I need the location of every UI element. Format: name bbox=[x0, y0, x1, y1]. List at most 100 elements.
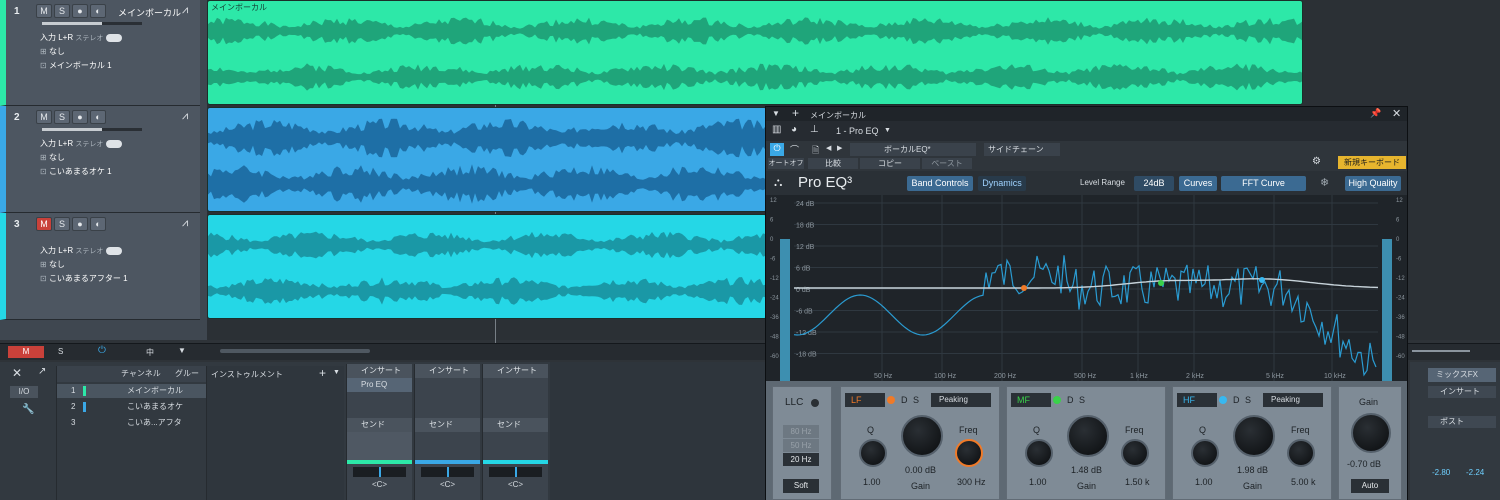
audio-clip-2[interactable] bbox=[207, 107, 767, 212]
compare-button[interactable]: 比較 bbox=[808, 158, 858, 169]
input-routing[interactable]: 入力 L+R ステレオ bbox=[40, 32, 122, 43]
power-icon[interactable]: ⏻ bbox=[770, 143, 784, 156]
mute-button[interactable]: M bbox=[36, 4, 52, 18]
record-button[interactable]: ● bbox=[72, 217, 88, 231]
mixfx-insert[interactable]: インサート bbox=[1428, 386, 1496, 398]
wrench-icon[interactable]: 🔧 bbox=[22, 404, 34, 415]
globe-icon[interactable]: ◕ bbox=[791, 124, 797, 135]
mf-q-knob[interactable] bbox=[1025, 439, 1053, 467]
track-header-3[interactable]: 3 M S ● ◐ ⩘ 入力 L+R ステレオ ⊞ なし ⊡ こいあまるアフター… bbox=[0, 213, 200, 320]
lf-label[interactable]: LF bbox=[845, 393, 885, 407]
input-routing[interactable]: 入力 L+R ステレオ bbox=[40, 245, 122, 256]
send-header[interactable]: センド bbox=[483, 418, 548, 432]
fft-curve-select[interactable]: FFT Curve bbox=[1221, 176, 1306, 191]
routing-icon[interactable]: ⊥ bbox=[810, 124, 819, 135]
list-item[interactable]: 1 メインボーカル bbox=[57, 384, 207, 398]
insert-header[interactable]: インサート bbox=[415, 364, 480, 378]
llc-option-80[interactable]: 80 Hz bbox=[783, 425, 819, 438]
chevron-down-icon[interactable]: ▼ bbox=[333, 369, 340, 376]
level-range-select[interactable]: 24dB bbox=[1134, 176, 1174, 191]
hf-solo-button[interactable]: S bbox=[1245, 395, 1251, 405]
mixfx-post[interactable]: ポスト bbox=[1428, 416, 1496, 428]
band-controls-button[interactable]: Band Controls bbox=[907, 176, 973, 191]
audio-clip-1[interactable]: メインボーカル bbox=[207, 0, 1303, 105]
lf-freq-knob[interactable] bbox=[955, 439, 983, 467]
record-button[interactable]: ● bbox=[72, 4, 88, 18]
hf-freq-knob[interactable] bbox=[1287, 439, 1315, 467]
dynamics-button[interactable]: Dynamics bbox=[978, 176, 1026, 191]
copy-button[interactable]: コピー bbox=[860, 158, 920, 169]
close-icon[interactable]: ✕ bbox=[1392, 107, 1401, 120]
insert-selector[interactable]: ⊞ なし bbox=[40, 152, 65, 163]
pan-knob[interactable] bbox=[421, 467, 474, 477]
pan-knob[interactable] bbox=[489, 467, 542, 477]
prev-preset-icon[interactable]: ◀ bbox=[826, 144, 831, 152]
insert-selector[interactable]: ⊞ なし bbox=[40, 259, 65, 270]
global-mute-button[interactable]: M bbox=[8, 346, 44, 358]
bars-icon[interactable]: ▥ bbox=[772, 124, 781, 135]
track-volume-fader[interactable] bbox=[42, 22, 142, 25]
close-icon[interactable]: ✕ bbox=[12, 366, 22, 380]
hf-gain-knob[interactable] bbox=[1233, 415, 1275, 457]
eq-graph[interactable]: 24 dB18 dB12 dB6 dB0 dB-6 dB-12 dB-18 dB… bbox=[766, 195, 1407, 381]
llc-option-50[interactable]: 50 Hz bbox=[783, 439, 819, 452]
monitor-button[interactable]: ◐ bbox=[90, 217, 106, 231]
automation-icon[interactable]: ⌒ bbox=[790, 143, 799, 156]
input-routing[interactable]: 入力 L+R ステレオ bbox=[40, 138, 122, 149]
record-button[interactable]: ● bbox=[72, 110, 88, 124]
solo-button[interactable]: S bbox=[54, 4, 70, 18]
next-preset-icon[interactable]: ▶ bbox=[837, 144, 842, 152]
auto-off-button[interactable]: オートオフ bbox=[768, 158, 804, 169]
llc-toggle[interactable] bbox=[811, 399, 819, 407]
track-header-2[interactable]: 2 M S ● ◐ ⩘ 入力 L+R ステレオ ⊞ なし ⊡ こいあまるオケ 1 bbox=[0, 106, 200, 213]
mute-button[interactable]: M bbox=[36, 217, 52, 231]
zoom-slider[interactable] bbox=[1412, 350, 1470, 352]
curves-button[interactable]: Curves bbox=[1179, 176, 1217, 191]
mf-label[interactable]: MF bbox=[1011, 393, 1051, 407]
mute-button[interactable]: M bbox=[36, 110, 52, 124]
channel-strip-3[interactable]: インサート センド <C> bbox=[482, 364, 548, 500]
hf-dynamic-button[interactable]: D bbox=[1233, 395, 1240, 405]
mf-enable-icon[interactable] bbox=[1053, 396, 1061, 404]
high-quality-button[interactable]: High Quality bbox=[1345, 176, 1401, 191]
gear-icon[interactable]: ⚙ bbox=[1312, 156, 1321, 167]
global-solo-button[interactable]: S bbox=[58, 346, 72, 358]
pin-icon[interactable]: 📌 bbox=[1370, 108, 1381, 119]
mf-dynamic-button[interactable]: D bbox=[1067, 395, 1074, 405]
waveform-icon[interactable]: ⩘ bbox=[182, 217, 188, 230]
add-icon[interactable]: + bbox=[792, 106, 799, 120]
auto-button[interactable]: Auto bbox=[1351, 479, 1389, 493]
track-volume-fader[interactable] bbox=[42, 128, 142, 131]
track-header-1[interactable]: 1 M S ● ◐ メインボーカル ⩘ 入力 L+R ステレオ ⊞ なし ⊡ メ… bbox=[0, 0, 200, 106]
sidechain-button[interactable]: サイドチェーン bbox=[984, 143, 1060, 156]
pan-knob[interactable] bbox=[353, 467, 406, 477]
channel-strip-1[interactable]: インサート Pro EQ センド <C> bbox=[346, 364, 412, 500]
lf-enable-icon[interactable] bbox=[887, 396, 895, 404]
waveform-icon[interactable]: ⩘ bbox=[182, 110, 188, 123]
send-header[interactable]: センド bbox=[415, 418, 480, 432]
chevron-down-icon[interactable]: ▼ bbox=[772, 109, 780, 118]
list-item[interactable]: 2 こいあまるオケ bbox=[57, 400, 207, 414]
track-height-selector[interactable]: 中 bbox=[146, 347, 154, 358]
mf-band-handle[interactable] bbox=[1158, 280, 1164, 286]
power-icon[interactable]: ⏻ bbox=[98, 345, 106, 356]
mf-freq-knob[interactable] bbox=[1121, 439, 1149, 467]
snowflake-icon[interactable]: ❄ bbox=[1320, 176, 1329, 189]
mixfx-header[interactable]: ミックスFX bbox=[1428, 368, 1496, 382]
output-selector[interactable]: ⊡ こいあまるアフター 1 bbox=[40, 273, 128, 284]
io-button[interactable]: I/O bbox=[10, 386, 38, 398]
solo-button[interactable]: S bbox=[54, 217, 70, 231]
monitor-button[interactable]: ◐ bbox=[90, 4, 106, 18]
waveform-icon[interactable]: ⩘ bbox=[182, 4, 188, 17]
chevron-down-icon[interactable]: ▼ bbox=[178, 346, 186, 355]
expand-icon[interactable]: ↗ bbox=[38, 366, 46, 377]
hf-band-handle[interactable] bbox=[1259, 277, 1265, 283]
page-icon[interactable]: 🗎 bbox=[812, 143, 819, 159]
hf-label[interactable]: HF bbox=[1177, 393, 1217, 407]
chevron-down-icon[interactable]: ▼ bbox=[884, 127, 891, 134]
output-gain-knob[interactable] bbox=[1351, 413, 1391, 453]
llc-option-20[interactable]: 20 Hz bbox=[783, 453, 819, 466]
track-name[interactable]: メインボーカル bbox=[118, 6, 181, 19]
mf-gain-knob[interactable] bbox=[1067, 415, 1109, 457]
lf-gain-knob[interactable] bbox=[901, 415, 943, 457]
